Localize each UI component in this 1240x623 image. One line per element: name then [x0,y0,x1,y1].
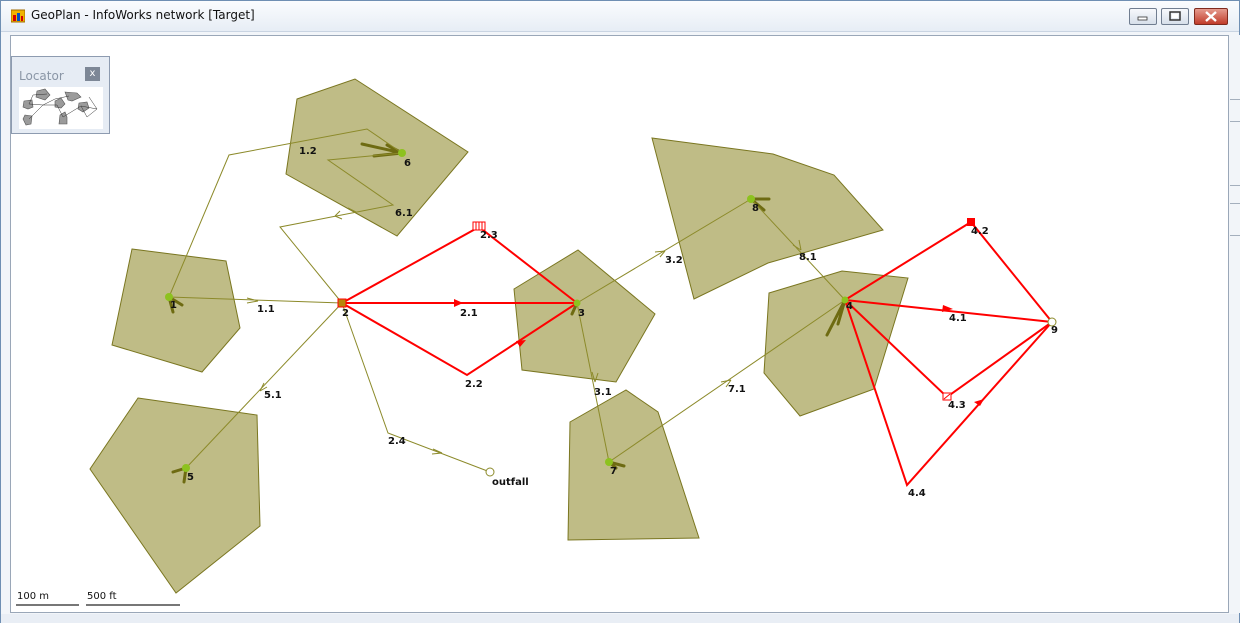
maximize-button[interactable] [1161,8,1189,25]
scale-imperial-bar [86,604,180,606]
weir-2-3-icon[interactable] [472,221,486,231]
label-node-7: 7 [610,466,617,477]
label-node-1: 1 [170,300,177,311]
label-link-4-4: 4.4 [908,488,926,499]
scale-metric-bar [16,604,79,606]
right-edge-panel [1230,35,1240,613]
minimize-icon [1137,16,1148,21]
maximize-icon [1169,11,1181,21]
scale-imperial-label: 500 ft [87,591,117,602]
label-link-2-1: 2.1 [460,308,478,319]
label-link-6-1: 6.1 [395,208,413,219]
subcatchment-4[interactable] [763,270,909,417]
node-6[interactable] [398,149,406,157]
node-2[interactable] [337,298,347,308]
geoplan-app-icon [11,9,25,23]
label-link-1-2: 1.2 [299,146,317,157]
subcatchment-layer [89,78,909,594]
subcatchment-5[interactable] [89,397,261,594]
node-5[interactable] [182,464,190,472]
label-link-8-1: 8.1 [799,252,817,263]
label-outfall: outfall [492,477,529,488]
label-node-2: 2 [342,308,349,319]
node-3[interactable] [573,299,581,307]
label-link-5-1: 5.1 [264,390,282,401]
geoplan-window: GeoPlan - InfoWorks network [Target] 1 2… [0,0,1240,623]
locator-panel[interactable]: Locator x [11,56,110,134]
label-link-2-3: 2.3 [480,230,498,241]
locator-overview-map[interactable] [19,87,103,129]
label-link-1-1: 1.1 [257,304,275,315]
label-node-5: 5 [187,472,194,483]
outfall-node[interactable] [485,467,495,477]
label-node-3: 3 [578,308,585,319]
status-strip [1,614,1239,623]
title-bar[interactable]: GeoPlan - InfoWorks network [Target] [1,1,1239,32]
label-link-4-2: 4.2 [971,226,989,237]
node-4-3-icon[interactable] [942,392,952,401]
label-link-3-1: 3.1 [594,387,612,398]
label-link-7-1: 7.1 [728,384,746,395]
locator-close-button[interactable]: x [85,67,100,81]
label-node-8: 8 [752,203,759,214]
window-title: GeoPlan - InfoWorks network [Target] [31,8,255,22]
label-node-6: 6 [404,158,411,169]
subcatchment-6[interactable] [285,78,469,237]
node-8[interactable] [747,195,755,203]
locator-title: Locator [19,69,64,83]
label-link-2-4: 2.4 [388,436,406,447]
label-link-4-3: 4.3 [948,400,966,411]
label-link-4-1: 4.1 [949,313,967,324]
label-link-2-2: 2.2 [465,379,483,390]
close-icon [1205,11,1217,22]
minimize-button[interactable] [1129,8,1157,25]
map-canvas[interactable]: 1 2 3 4 5 6 7 8 9 outfall 1.1 1.2 2.1 2.… [10,35,1229,613]
scale-metric-label: 100 m [17,591,50,602]
subcatchment-7[interactable] [567,389,700,541]
label-link-3-2: 3.2 [665,255,683,266]
close-button[interactable] [1194,8,1228,25]
label-node-9: 9 [1051,325,1058,336]
label-node-4: 4 [846,301,853,312]
node-7[interactable] [605,458,613,466]
node-4-2-square[interactable] [967,218,975,226]
